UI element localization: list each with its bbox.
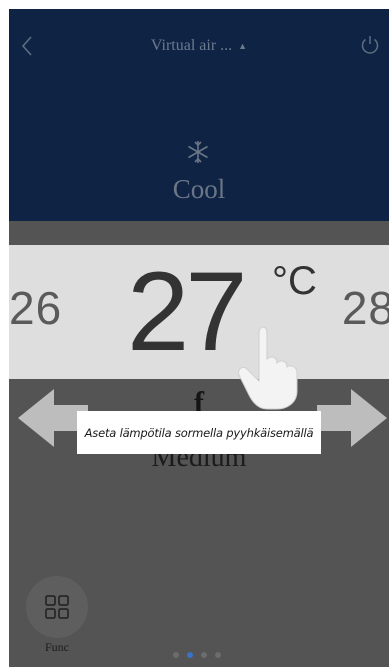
page-dot[interactable] bbox=[215, 652, 221, 658]
mode-panel: Virtual air ... ▲ Cool bbox=[9, 9, 389, 221]
triangle-down-icon: ▲ bbox=[238, 41, 248, 52]
device-title: Virtual air ... bbox=[150, 37, 233, 54]
grid-icon bbox=[45, 595, 69, 619]
snowflake-icon bbox=[188, 141, 208, 163]
page-dot-active[interactable] bbox=[187, 652, 193, 658]
temperature-next[interactable]: 28 bbox=[342, 281, 389, 335]
mode-label: Cool bbox=[172, 174, 226, 204]
power-icon[interactable] bbox=[359, 34, 381, 56]
swipe-tooltip: Aseta lämpötila sormella pyyhkäisemällä bbox=[77, 411, 321, 454]
func-label: Func bbox=[45, 640, 69, 654]
func-button[interactable] bbox=[26, 576, 88, 638]
temperature-selector[interactable]: 26 27 °C 28 bbox=[9, 245, 389, 379]
temperature-unit: °C bbox=[272, 259, 317, 303]
temperature-previous[interactable]: 26 bbox=[9, 281, 62, 335]
app-screen: Virtual air ... ▲ Cool 26 27 °C 28 f Med… bbox=[9, 9, 389, 667]
page-dot[interactable] bbox=[173, 652, 179, 658]
page-indicator bbox=[173, 652, 221, 658]
page-dot[interactable] bbox=[201, 652, 207, 658]
device-title-dropdown[interactable]: Virtual air ... ▲ bbox=[9, 37, 389, 55]
temperature-current: 27 bbox=[127, 249, 248, 374]
